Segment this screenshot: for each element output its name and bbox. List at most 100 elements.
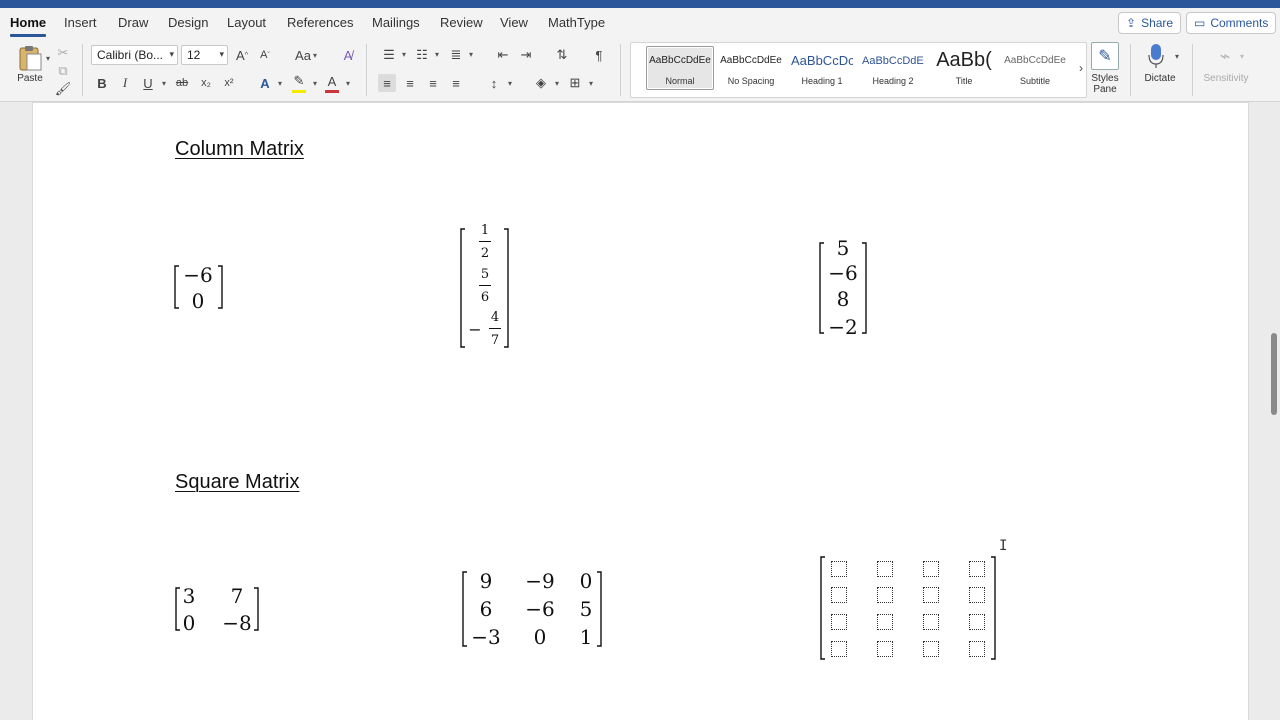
numbering-icon[interactable]: ☷ (413, 46, 431, 64)
share-button[interactable]: ⇪ Share (1118, 12, 1182, 34)
clear-formatting-icon[interactable]: A̸ (339, 46, 357, 64)
font-name-value: Calibri (Bo... (97, 48, 164, 62)
document-page[interactable]: Column Matrix Square Matrix −6 0 1 2 5 6… (33, 103, 1248, 720)
font-name-dropdown[interactable]: Calibri (Bo... ▾ (91, 45, 178, 65)
bold-button[interactable]: B (93, 74, 111, 92)
matrix-cell: 9 (479, 569, 493, 593)
font-size-dropdown[interactable]: 12 ▾ (181, 45, 228, 65)
ribbon-separator (1130, 44, 1131, 96)
format-painter-icon[interactable]: 🖌 (54, 80, 72, 98)
align-right-icon[interactable]: ≡ (424, 74, 442, 92)
clipboard-icon (19, 46, 42, 71)
empty-placeholder-slot[interactable] (923, 561, 939, 577)
align-left-icon[interactable]: ≡ (378, 74, 396, 92)
decrease-indent-icon[interactable]: ⇤ (494, 46, 512, 64)
style-heading-1[interactable]: AaBbCcDc Heading 1 (788, 46, 856, 90)
style-no-spacing[interactable]: AaBbCcDdEe No Spacing (717, 46, 785, 90)
empty-placeholder-slot[interactable] (831, 587, 847, 603)
heading-column-matrix: Column Matrix (175, 138, 304, 160)
empty-placeholder-slot[interactable] (831, 641, 847, 657)
shading-icon[interactable]: ◈ (532, 74, 550, 92)
tab-draw[interactable]: Draw (118, 15, 148, 30)
styles-pane-icon: ✎ (1098, 48, 1112, 65)
shrink-font-icon[interactable]: Aˇ (256, 46, 274, 64)
document-canvas: Column Matrix Square Matrix −6 0 1 2 5 6… (0, 103, 1280, 720)
matrix-cell: 7 (230, 584, 244, 608)
tab-insert[interactable]: Insert (64, 15, 97, 30)
increase-indent-icon[interactable]: ⇥ (517, 46, 535, 64)
empty-placeholder-slot[interactable] (877, 587, 893, 603)
share-icon: ⇪ (1126, 16, 1137, 30)
italic-button[interactable]: I (116, 74, 134, 92)
ribbon-separator (366, 44, 367, 96)
style-heading-2[interactable]: AaBbCcDdEe Heading 2 (859, 46, 927, 90)
cut-icon[interactable]: ✂ (54, 44, 72, 62)
tab-review[interactable]: Review (440, 15, 483, 30)
empty-placeholder-slot[interactable] (877, 614, 893, 630)
title-bar (0, 0, 1280, 8)
fraction-bar (479, 241, 491, 242)
fraction-sign: − (468, 320, 482, 339)
ribbon-home: ▾ Paste ✂ ⧉ 🖌 Calibri (Bo... ▾ 12 ▾ A ^ A… (0, 38, 1280, 102)
multilevel-list-icon[interactable]: ≣ (447, 46, 465, 64)
highlight-icon[interactable]: ✎ (290, 72, 308, 90)
matrix-cell: −3 (471, 625, 501, 649)
strikethrough-button[interactable]: ab (173, 74, 191, 92)
dictate-button[interactable] (1142, 42, 1170, 70)
empty-placeholder-slot[interactable] (969, 614, 985, 630)
share-label: Share (1141, 16, 1174, 30)
align-center-icon[interactable]: ≡ (401, 74, 419, 92)
empty-placeholder-slot[interactable] (969, 641, 985, 657)
text-effects-icon[interactable]: A (256, 74, 274, 92)
comments-button[interactable]: ▭ Comments (1186, 12, 1277, 34)
fraction-numerator: 4 (490, 310, 500, 325)
style-title[interactable]: AaBb( Title (930, 46, 998, 90)
underline-button[interactable]: U (139, 74, 157, 92)
styles-pane-button[interactable]: ✎ (1091, 42, 1119, 70)
fraction-numerator: 5 (480, 267, 490, 282)
empty-placeholder-slot[interactable] (877, 561, 893, 577)
matrix-cell: −6 (183, 263, 213, 287)
subscript-button[interactable]: x₂ (197, 74, 215, 92)
ribbon-separator (620, 44, 621, 96)
style-subtitle[interactable]: AaBbCcDdEe Subtitle (1001, 46, 1069, 90)
matrix-cell: 6 (479, 597, 493, 621)
sensitivity-icon[interactable]: ⌁ (1210, 42, 1240, 70)
fraction-bar (489, 328, 501, 329)
tab-view[interactable]: View (500, 15, 528, 30)
tab-mailings[interactable]: Mailings (372, 15, 420, 30)
paste-button[interactable]: ▾ (10, 42, 50, 74)
vertical-scrollbar-thumb[interactable] (1271, 333, 1277, 415)
matrix-cell: −6 (828, 261, 858, 285)
empty-placeholder-slot[interactable] (923, 641, 939, 657)
show-formatting-button[interactable]: ¶ (590, 46, 608, 64)
grow-font-icon[interactable]: A ^ (233, 46, 251, 64)
matrix-cell: 8 (836, 287, 850, 311)
font-color-swatch (325, 90, 339, 93)
fraction-bar (479, 285, 491, 286)
copy-icon[interactable]: ⧉ (54, 62, 72, 80)
change-case-icon[interactable]: Aa ▾ (291, 46, 321, 64)
empty-placeholder-slot[interactable] (877, 641, 893, 657)
matrix-cell: −9 (525, 569, 555, 593)
empty-placeholder-slot[interactable] (831, 614, 847, 630)
matrix-cell: 0 (191, 289, 205, 313)
tab-references[interactable]: References (287, 15, 353, 30)
tab-layout[interactable]: Layout (227, 15, 266, 30)
tab-design[interactable]: Design (168, 15, 208, 30)
tab-mathtype[interactable]: MathType (548, 15, 605, 30)
font-color-icon[interactable]: A (323, 72, 341, 90)
justify-icon[interactable]: ≡ (447, 74, 465, 92)
sort-icon[interactable]: ⇅ (553, 46, 571, 64)
style-normal[interactable]: AaBbCcDdEe Normal (646, 46, 714, 90)
empty-placeholder-slot[interactable] (923, 614, 939, 630)
empty-placeholder-slot[interactable] (831, 561, 847, 577)
empty-placeholder-slot[interactable] (969, 561, 985, 577)
tab-home[interactable]: Home (10, 15, 47, 37)
bullets-icon[interactable]: ☰ (380, 46, 398, 64)
empty-placeholder-slot[interactable] (969, 587, 985, 603)
superscript-button[interactable]: x² (220, 74, 238, 92)
empty-placeholder-slot[interactable] (923, 587, 939, 603)
borders-icon[interactable]: ⊞ (566, 74, 584, 92)
line-spacing-icon[interactable]: ↕ (485, 74, 503, 92)
